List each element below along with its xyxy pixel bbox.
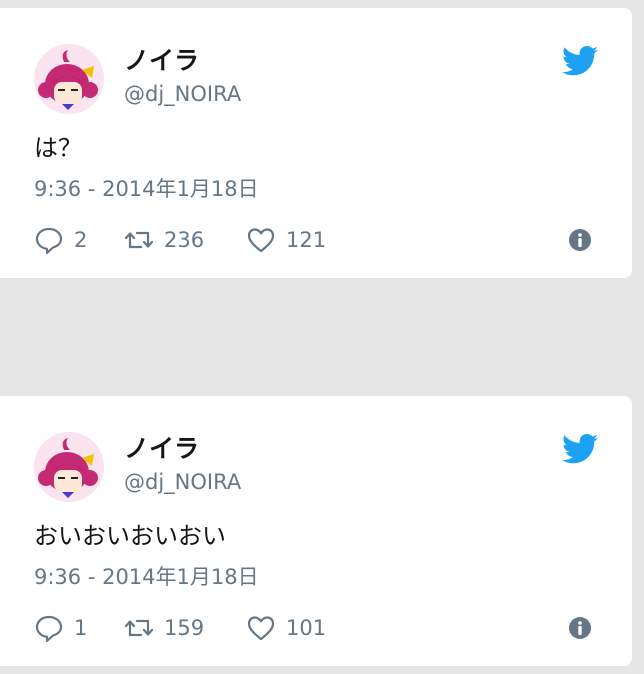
reply-icon: [35, 227, 63, 255]
reply-button[interactable]: 1: [34, 612, 87, 644]
display-name[interactable]: ノイラ: [124, 434, 199, 464]
heart-icon: [247, 616, 275, 641]
tweet-card[interactable]: ノイラ @dj_NOIRA おいおいおいおい 9:36 - 2014年1月18日…: [0, 396, 632, 666]
tweet-timestamp[interactable]: 9:36 - 2014年1月18日: [34, 176, 259, 202]
tweet-timestamp[interactable]: 9:36 - 2014年1月18日: [34, 564, 259, 590]
tweet-actions: 1 159 101: [34, 612, 604, 644]
twitter-bird-icon[interactable]: [562, 434, 598, 464]
user-handle[interactable]: @dj_NOIRA: [124, 81, 241, 107]
like-count: 121: [286, 228, 327, 252]
reply-button[interactable]: 2: [34, 224, 87, 256]
heart-icon: [247, 228, 275, 253]
retweet-icon: [124, 619, 154, 637]
reply-icon: [35, 615, 63, 643]
avatar[interactable]: [34, 432, 104, 502]
like-count: 101: [286, 616, 327, 640]
tweet-card[interactable]: ノイラ @dj_NOIRA は？ 9:36 - 2014年1月18日 2 236: [0, 8, 632, 278]
tweet-text: は？: [34, 134, 82, 162]
tweet-actions: 2 236 121: [34, 224, 604, 256]
info-icon: [569, 617, 591, 639]
user-handle[interactable]: @dj_NOIRA: [124, 469, 241, 495]
avatar[interactable]: [34, 44, 104, 114]
tweet-text: おいおいおいおい: [34, 522, 226, 550]
info-button[interactable]: [567, 612, 593, 644]
like-button[interactable]: 121: [246, 224, 326, 256]
info-icon: [569, 229, 591, 251]
reply-count: 1: [74, 616, 88, 640]
twitter-bird-icon[interactable]: [562, 46, 598, 76]
retweet-button[interactable]: 236: [124, 224, 204, 256]
retweet-icon: [124, 231, 154, 249]
info-button[interactable]: [567, 224, 593, 256]
retweet-button[interactable]: 159: [124, 612, 204, 644]
retweet-count: 159: [164, 616, 205, 640]
display-name[interactable]: ノイラ: [124, 46, 199, 76]
like-button[interactable]: 101: [246, 612, 326, 644]
reply-count: 2: [74, 228, 88, 252]
retweet-count: 236: [164, 228, 205, 252]
